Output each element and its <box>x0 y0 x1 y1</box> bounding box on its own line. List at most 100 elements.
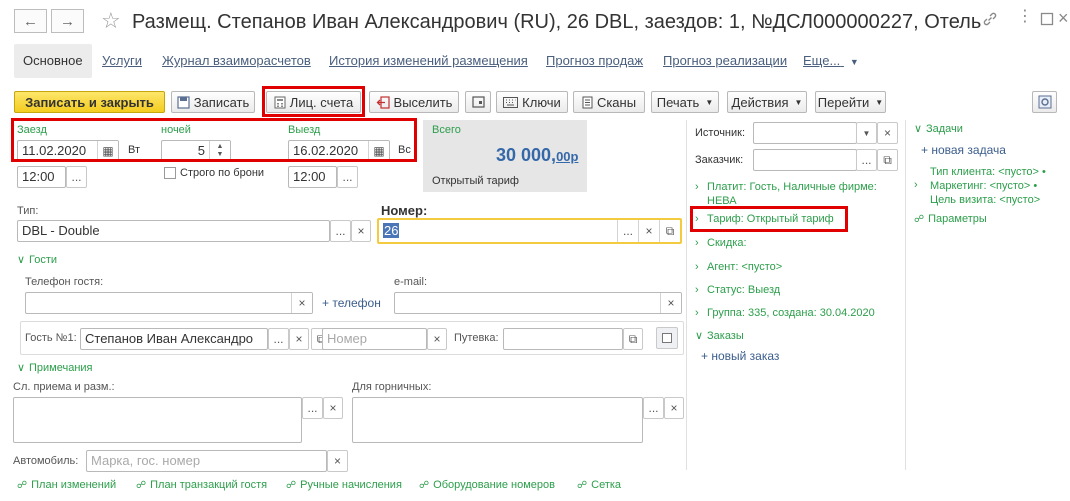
close-icon[interactable]: × <box>1058 9 1069 27</box>
strict-booking-checkbox[interactable] <box>164 167 176 179</box>
checkout-time-field[interactable]: 12:00 <box>288 166 337 188</box>
visit-goal-text: Цель визита: <пусто> <box>930 194 1041 206</box>
chevron-down-icon: ∨ <box>695 330 704 342</box>
add-phone-link[interactable]: + телефон <box>322 296 381 310</box>
chevron-right-icon: › <box>914 179 918 191</box>
actions-menu-button[interactable]: Действия ▼ <box>727 91 807 113</box>
print-menu-button[interactable]: Печать ▼ <box>651 91 719 113</box>
tasks-section-toggle[interactable]: ∨ Задачи <box>914 122 963 136</box>
document-number-clear-button[interactable]: × <box>427 328 447 350</box>
agent-link[interactable]: › Агент: <пусто> <box>695 260 782 274</box>
stepper-up-icon[interactable]: ▲ <box>217 143 224 151</box>
car-clear-button[interactable]: × <box>327 450 348 472</box>
stepper-down-icon[interactable]: ▼ <box>217 151 224 159</box>
reception-notes-clear-button[interactable]: × <box>323 397 343 419</box>
checkout-button[interactable]: Выселить <box>369 91 459 113</box>
tab-main[interactable]: Основное <box>14 44 92 78</box>
maximize-icon[interactable] <box>1040 12 1054 26</box>
guest1-select-button[interactable]: ... <box>268 328 289 350</box>
forward-button[interactable]: → <box>51 9 84 33</box>
tab-services[interactable]: Услуги <box>102 44 142 78</box>
guest1-clear-button[interactable]: × <box>289 328 309 350</box>
tab-sales-forecast[interactable]: Прогноз продаж <box>546 44 643 78</box>
tab-settlement-journal[interactable]: Журнал взаиморасчетов <box>162 44 311 78</box>
email-field[interactable]: × <box>394 292 682 314</box>
room-type-clear-button[interactable]: × <box>351 220 371 242</box>
back-button[interactable]: ← <box>14 9 47 33</box>
tab-realization-forecast[interactable]: Прогноз реализации <box>663 44 787 78</box>
client-info-link[interactable]: › Тип клиента: <пусто> • Маркетинг: <пус… <box>914 165 1046 207</box>
guest1-field[interactable]: Степанов Иван Александро <box>80 328 268 350</box>
manual-charges-link[interactable]: ☍ Ручные начисления <box>286 479 402 491</box>
scans-button[interactable]: Сканы <box>573 91 645 113</box>
nights-stepper[interactable]: ▲ ▼ <box>209 141 230 161</box>
source-dropdown-button[interactable]: ▼ <box>856 122 877 144</box>
source-clear-button[interactable]: × <box>877 122 898 144</box>
total-amount[interactable]: 30 000,00р <box>496 145 578 166</box>
room-type-select-button[interactable]: ... <box>330 220 351 242</box>
room-type-field[interactable]: DBL - Double <box>17 220 330 242</box>
room-number-field[interactable]: 26 ... × ⧉ <box>377 218 682 244</box>
checkout-time-select-button[interactable]: ... <box>337 166 358 188</box>
voucher-print-button[interactable] <box>656 327 678 349</box>
document-number-field[interactable]: Номер <box>322 328 427 350</box>
goto-menu-button[interactable]: Перейти ▼ <box>815 91 886 113</box>
email-clear-button[interactable]: × <box>660 293 681 313</box>
tab-change-history[interactable]: История изменений размещения <box>329 44 528 78</box>
notes-section-toggle[interactable]: ∨ Примечания <box>17 361 93 375</box>
phone-clear-button[interactable]: × <box>291 293 312 313</box>
save-and-close-button[interactable]: Записать и закрыть <box>14 91 165 113</box>
window-toggle-button[interactable] <box>465 91 491 113</box>
checkin-date-field[interactable]: 11.02.2020 ▦ <box>17 140 119 162</box>
voucher-open-icon[interactable]: ⧉ <box>623 328 643 350</box>
source-field[interactable] <box>753 122 857 144</box>
checkin-day-of-week: Вт <box>128 144 141 156</box>
orders-section-toggle[interactable]: ∨ Заказы <box>695 329 744 343</box>
more-vertical-icon[interactable]: ⋮ <box>1017 9 1033 25</box>
room-number-clear-button[interactable]: × <box>638 220 659 242</box>
checkin-time-select-button[interactable]: ... <box>66 166 87 188</box>
new-task-link[interactable]: + новая задача <box>921 143 1006 157</box>
calendar-icon[interactable]: ▦ <box>368 141 389 161</box>
calendar-icon[interactable]: ▦ <box>97 141 118 161</box>
save-button[interactable]: Записать <box>171 91 255 113</box>
total-amount-main: 30 000, <box>496 145 557 165</box>
car-label: Автомобиль: <box>13 455 79 467</box>
reception-notes-textarea[interactable] <box>13 397 302 443</box>
link-icon[interactable] <box>982 11 998 27</box>
customer-field[interactable] <box>753 149 857 171</box>
new-order-link[interactable]: + новый заказ <box>701 349 779 363</box>
room-number-value: 26 <box>379 220 617 242</box>
status-link[interactable]: › Статус: Выезд <box>695 283 780 297</box>
payer-link[interactable]: › Платит: Гость, Наличные фирме: НЕВА <box>695 180 877 208</box>
guest-transaction-plan-link[interactable]: ☍ План транзакций гостя <box>136 479 267 491</box>
settings-button[interactable] <box>1032 91 1057 113</box>
change-plan-link[interactable]: ☍ План изменений <box>17 479 116 491</box>
reception-notes-select-button[interactable]: ... <box>302 397 323 419</box>
column-separator <box>905 120 906 470</box>
parameters-link[interactable]: ☍ Параметры <box>914 212 987 227</box>
group-link[interactable]: › Группа: 335, создана: 30.04.2020 <box>695 306 875 320</box>
maid-notes-textarea[interactable] <box>352 397 643 443</box>
room-number-select-button[interactable]: ... <box>617 220 638 242</box>
customer-select-button[interactable]: ... <box>856 149 877 171</box>
guests-section-toggle[interactable]: ∨ Гости <box>17 253 57 267</box>
voucher-field[interactable] <box>503 328 623 350</box>
room-equipment-link[interactable]: ☍ Оборудование номеров <box>419 479 555 491</box>
tariff-link[interactable]: › Тариф: Открытый тариф <box>695 212 834 226</box>
nights-field[interactable]: 5 ▲ ▼ <box>161 140 231 162</box>
tab-more[interactable]: Еще... ▼ <box>803 44 859 78</box>
grid-link[interactable]: ☍ Сетка <box>577 479 621 491</box>
checkout-date-field[interactable]: 16.02.2020 ▦ <box>288 140 390 162</box>
phone-field[interactable]: × <box>25 292 313 314</box>
car-field[interactable]: Марка, гос. номер <box>86 450 327 472</box>
checkin-time-field[interactable]: 12:00 <box>17 166 66 188</box>
discount-link[interactable]: › Скидка: <box>695 236 747 250</box>
maid-notes-select-button[interactable]: ... <box>643 397 664 419</box>
customer-open-icon[interactable]: ⧉ <box>877 149 898 171</box>
accounts-button[interactable]: Лиц. счета <box>266 91 361 113</box>
star-icon[interactable]: ☆ <box>101 8 121 34</box>
keys-button[interactable]: Ключи <box>496 91 568 113</box>
maid-notes-clear-button[interactable]: × <box>664 397 684 419</box>
open-icon[interactable]: ⧉ <box>659 220 680 242</box>
